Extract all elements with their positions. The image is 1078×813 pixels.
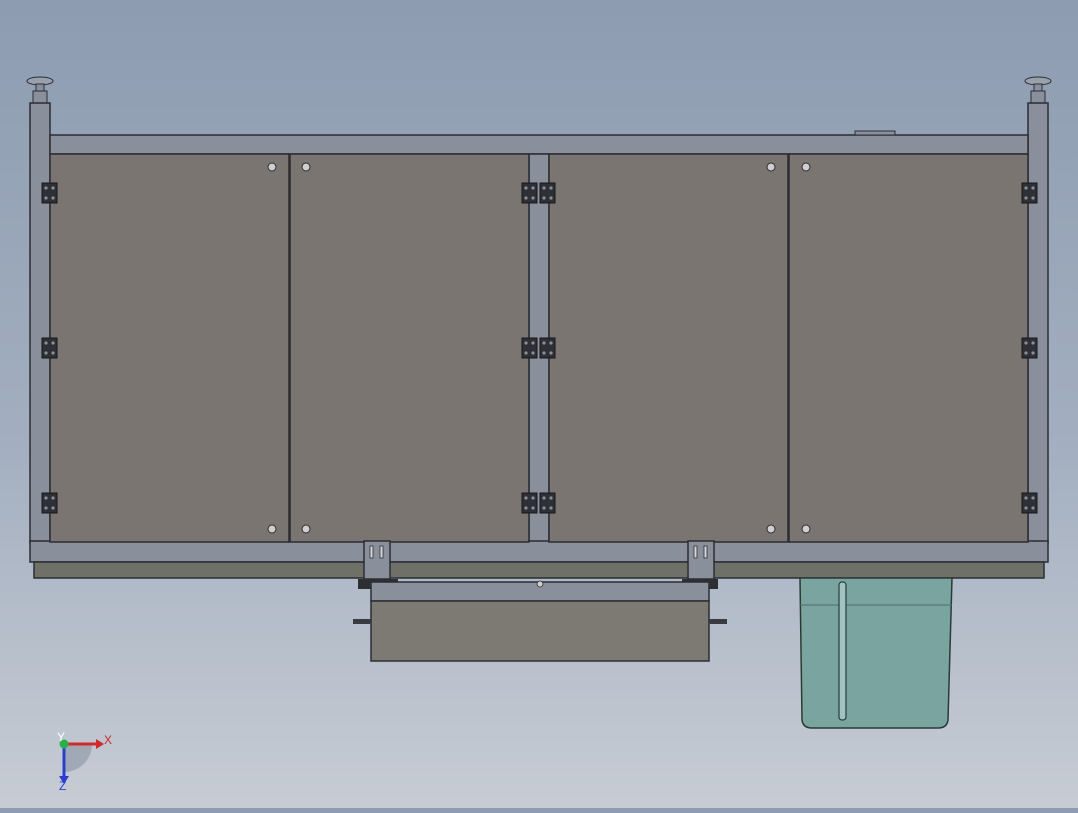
fastener-hole [801,162,811,172]
hinge [1021,182,1038,204]
leveling-foot-right [1024,76,1052,104]
hinge-screw [542,496,546,500]
hinge-screw [524,186,528,190]
hinge-screw [44,196,48,200]
slide-bracket-right [687,540,715,580]
frame-bottom-rail [29,540,1049,563]
hinge-screw [44,506,48,510]
panel-4 [788,153,1029,543]
panel-1 [49,153,290,543]
hinge [521,492,538,514]
hinge-screw [51,341,55,345]
fastener-hole [766,162,776,172]
panel-2 [289,153,530,543]
hinge-screw [1024,196,1028,200]
hinge-screw [531,186,535,190]
hinge-screw [51,351,55,355]
coordinate-triad: X Y Z [57,730,112,793]
hinge-screw [524,341,528,345]
hinge-screw [524,351,528,355]
hinge-screw [44,341,48,345]
hinge-screw [44,351,48,355]
frame-top-rail [49,134,1029,155]
hinge-screw [549,496,553,500]
hinge [41,337,58,359]
hinge-screw [1031,196,1035,200]
hinge [521,337,538,359]
hinge [539,182,556,204]
hinge-screw [531,351,535,355]
hinge-screw [1031,496,1035,500]
hinge [41,492,58,514]
fastener-hole [301,162,311,172]
hinge-screw [1024,341,1028,345]
hinge-screw [542,506,546,510]
hinge-screw [531,341,535,345]
hinge-screw [549,506,553,510]
frame-post-right [1027,102,1049,544]
hinge-screw [542,196,546,200]
hinge-screw [524,496,528,500]
assembly-drawing[interactable]: X Y Z [0,0,1078,808]
fastener-hole [267,162,277,172]
waste-bin[interactable] [799,577,953,729]
hinge [1021,492,1038,514]
hinge [41,182,58,204]
hinge [1021,337,1038,359]
z-axis-label: Z [59,779,66,793]
fastener-hole [801,524,811,534]
hinge-screw [531,496,535,500]
slide-bracket-left [363,540,391,580]
fastener-hole [766,524,776,534]
x-axis-label: X [104,733,112,747]
hinge-screw [549,341,553,345]
hinge-screw [51,186,55,190]
waste-bin-handle-slot [838,581,847,721]
hinge-screw [51,496,55,500]
hinge [539,492,556,514]
drawer-slide-end-right [709,619,727,624]
hinge-screw [1024,351,1028,355]
hinge-screw [1024,506,1028,510]
hinge-screw [51,196,55,200]
fastener-hole [301,524,311,534]
hinge-screw [549,196,553,200]
fastener-hole [267,524,277,534]
hinge-screw [549,351,553,355]
hinge-screw [1031,351,1035,355]
frame-top-rail-tab [854,130,896,136]
hinge-screw [542,186,546,190]
hinge-screw [1024,186,1028,190]
hinge-screw [44,496,48,500]
hinge-screw [44,186,48,190]
frame-base-plate [33,561,1045,579]
hinge-screw [542,351,546,355]
hinge-screw [531,506,535,510]
frame-post-left [29,102,51,544]
hinge-screw [542,341,546,345]
hinge-screw [531,196,535,200]
hinge-screw [1031,506,1035,510]
hinge-screw [1024,496,1028,500]
leveling-foot-left [26,76,54,104]
y-axis-label: Y [57,730,65,744]
cad-graphics-viewport[interactable]: X Y Z [0,0,1078,808]
drawer-slide-end-left [353,619,371,624]
hinge-screw [524,196,528,200]
drawer-front [370,600,710,662]
hinge-screw [1031,186,1035,190]
hinge [539,337,556,359]
hinge-screw [1031,341,1035,345]
hinge-screw [549,186,553,190]
hinge-screw [524,506,528,510]
hinge-screw [51,506,55,510]
panel-3 [548,153,789,543]
hinge [521,182,538,204]
